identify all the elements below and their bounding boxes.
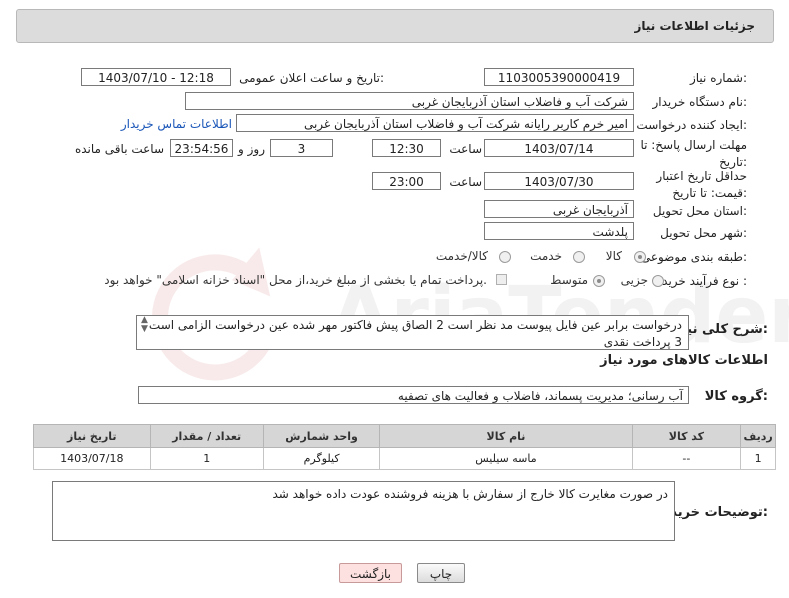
buyer-contact-link[interactable]: اطلاعات تماس خریدار [121, 117, 232, 131]
delivery-province-field[interactable]: آذربایجان غربی [484, 200, 634, 218]
remaining-time-label: ساعت باقی مانده [74, 142, 164, 156]
announce-datetime-field[interactable]: 1403/07/10 - 12:18 [81, 68, 231, 86]
spin-down-icon[interactable]: ▼ [141, 325, 148, 334]
announce-datetime-label: تاریخ و ساعت اعلان عمومی: [239, 71, 384, 85]
description-line-2: 3 پرداخت نقدی [603, 335, 682, 349]
reply-deadline-time-field[interactable]: 12:30 [372, 139, 441, 157]
cell-name: ماسه سیلیس [379, 447, 633, 470]
category-radio-goods-service[interactable] [499, 251, 511, 263]
delivery-city-field[interactable]: پلدشت [484, 222, 634, 240]
category-option-goods: کالا [605, 249, 622, 263]
cell-unit: کیلوگرم [262, 447, 381, 470]
process-option-minor: جزیی [620, 273, 648, 287]
cell-date: 1403/07/18 [33, 447, 151, 470]
col-code: کد کالا [631, 424, 742, 448]
page-title: جزئیات اطلاعات نیاز [634, 19, 755, 33]
description-line-1: درخواست برابر عین فایل پیوست مد نظر است … [148, 318, 682, 332]
print-button[interactable]: چاپ [417, 563, 465, 583]
category-radio-service[interactable] [573, 251, 585, 263]
process-option-medium: متوسط [550, 273, 588, 287]
header-panel: جزئیات اطلاعات نیاز [16, 9, 774, 43]
buyer-org-field[interactable]: شرکت آب و فاضلاب استان آذربایجان غربی [185, 92, 634, 110]
col-date: تاریخ نیاز [33, 424, 151, 448]
buyer-org-label: نام دستگاه خریدار: [652, 95, 748, 109]
cell-row: 1 [740, 447, 776, 470]
reply-days-field[interactable]: 3 [270, 139, 333, 157]
price-validity-date-field[interactable]: 1403/07/30 [484, 172, 634, 190]
cell-qty: 1 [149, 447, 264, 470]
items-table: ردیف کد کالا نام کالا واحد شمارش تعداد /… [33, 424, 776, 470]
price-validity-time-label: ساعت [449, 175, 482, 189]
treasury-checkbox[interactable] [496, 274, 507, 285]
col-qty: تعداد / مقدار [149, 424, 264, 448]
goods-group-label: گروه کالا: [704, 389, 768, 404]
remaining-time-field[interactable]: 23:54:56 [170, 139, 233, 157]
items-table-header: ردیف کد کالا نام کالا واحد شمارش تعداد /… [33, 424, 776, 448]
need-number-field[interactable]: 1103005390000419 [484, 68, 634, 86]
category-option-goods-service: کالا/خدمت [435, 249, 488, 263]
delivery-province-label: استان محل تحویل: [652, 204, 747, 218]
treasury-note: پرداخت تمام یا بخشی از مبلغ خرید،از محل … [104, 273, 487, 287]
col-row: ردیف [740, 424, 776, 448]
price-validity-time-field[interactable]: 23:00 [372, 172, 441, 190]
need-number-label: شماره نیاز: [689, 71, 747, 85]
category-label: طبقه بندی موضوعی: [640, 250, 747, 264]
description-textarea[interactable]: درخواست برابر عین فایل پیوست مد نظر است … [136, 315, 689, 350]
goods-group-field[interactable]: آب رسانی؛ مدیریت پسماند، فاضلاب و فعالیت… [138, 386, 689, 404]
table-row[interactable]: 1 -- ماسه سیلیس کیلوگرم 1 1403/07/18 [33, 447, 776, 470]
price-validity-label: حداقل تاریخ اعتبار قیمت: تا تاریخ: [656, 169, 747, 200]
process-radio-medium[interactable] [593, 275, 605, 287]
delivery-city-label: شهر محل تحویل: [660, 226, 747, 240]
reply-deadline-date-field[interactable]: 1403/07/14 [484, 139, 634, 157]
category-radio-goods[interactable] [634, 251, 646, 263]
cell-code: -- [631, 447, 742, 470]
reply-days-label: روز و [238, 142, 265, 156]
buyer-notes-textarea[interactable]: در صورت مغایرت کالا خارج از سفارش با هزی… [52, 481, 675, 541]
requester-field[interactable]: امیر خرم کاربر رایانه شرکت آب و فاضلاب ا… [236, 114, 634, 132]
back-button[interactable]: بازگشت [339, 563, 402, 583]
items-section-title: اطلاعات کالاهای مورد نیاز [600, 353, 768, 368]
purchase-process-label: نوع فرآیند خرید : [662, 274, 747, 288]
col-name: نام کالا [379, 424, 633, 448]
reply-deadline-label: مهلت ارسال پاسخ: تا تاریخ: [640, 138, 747, 169]
category-option-service: خدمت [530, 249, 562, 263]
requester-label: ایجاد کننده درخواست: [636, 118, 747, 132]
col-unit: واحد شمارش [262, 424, 381, 448]
reply-deadline-time-label: ساعت [449, 142, 482, 156]
process-radio-minor[interactable] [652, 275, 664, 287]
